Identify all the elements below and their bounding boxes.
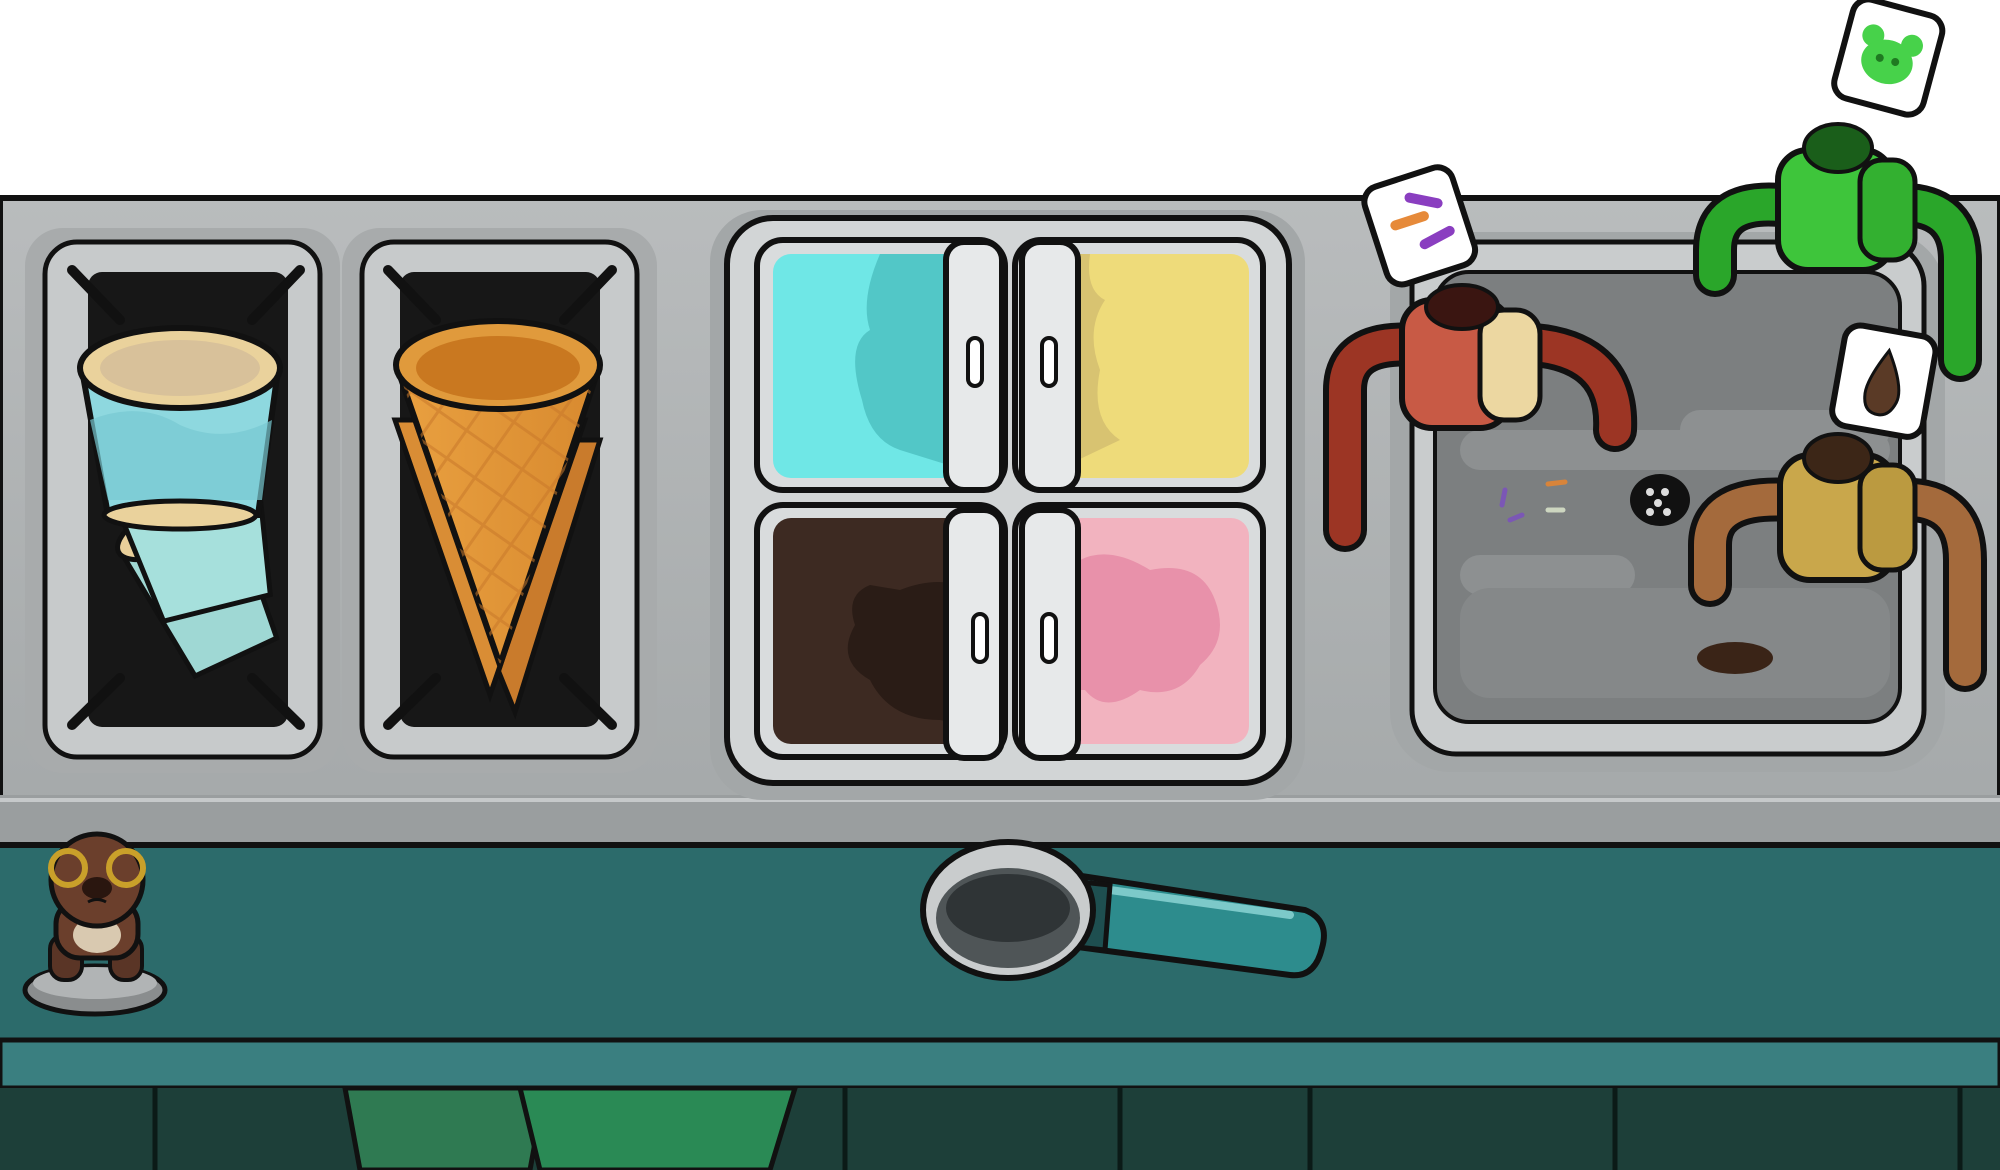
game-stage [0, 0, 2000, 1170]
tub-lid-handle[interactable] [1019, 507, 1081, 761]
chocolate-spill [1697, 642, 1773, 674]
cup-bin[interactable] [25, 228, 340, 773]
bucket [342, 1085, 548, 1170]
tub-lid-handle[interactable] [943, 507, 1005, 761]
back-wall [0, 0, 2000, 200]
tub-lid-handle[interactable] [943, 239, 1005, 493]
chocolate-chip-label [1829, 322, 1939, 440]
cone-bin[interactable] [342, 228, 657, 773]
tub-lid-handle[interactable] [1019, 239, 1081, 493]
bucket [516, 1085, 799, 1170]
